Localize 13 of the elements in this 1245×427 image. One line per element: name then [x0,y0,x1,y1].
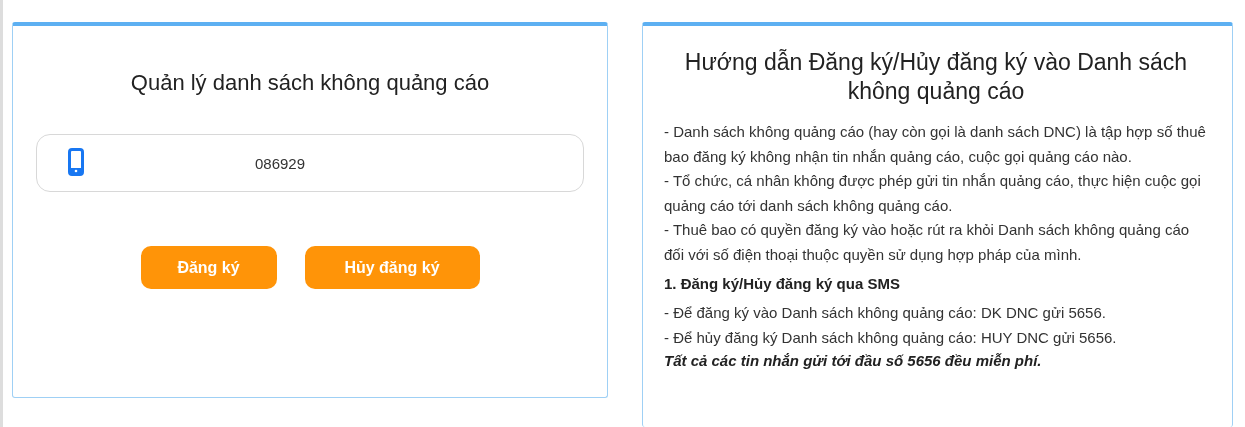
guide-text: - Tổ chức, cá nhân không được phép gửi tin nhắn quảng cáo, thực hiện cuộc gọi quảng cáo tới danh sách không quảng cáo. [664,171,1202,216]
guide-note: Tất cả các tin nhắn gửi tới đầu số 5656 đều miễn phí. [664,351,1043,371]
phone-icon [68,148,84,176]
guide-text: - Thuê bao có quyền đăng ký vào hoặc rút ra khỏi Danh sách không quảng cáo đối với số điện thoại thuộc quyền sử dụng hợp pháp của mình. [664,220,1191,265]
guide-text: - Danh sách không quảng cáo (hay còn gọi là danh sách DNC) là tập hợp số thuê bao đăng ký không nhận tin nhắn quảng cáo, cuộc gọi quảng cáo nào. [664,122,1207,167]
section-heading: 1. Đăng ký/Hủy đăng ký qua SMS [664,274,901,294]
guide-text: - Để đăng ký vào Danh sách không quảng cáo: DK DNC gửi 5656. [664,303,1107,323]
action-button[interactable]: Hủy đăng ký [304,246,480,289]
panel-title: Hướng dẫn Đăng ký/Hủy đăng ký vào Danh sách không quảng cáo [683,48,1189,106]
panel-title: Quản lý danh sách không quảng cáo [130,70,490,96]
action-button[interactable]: Đăng ký [140,246,277,289]
guide-text: - Để hủy đăng ký Danh sách không quảng cáo: HUY DNC gửi 5656. [664,327,1118,348]
phone-field[interactable]: 086929 [36,134,584,192]
